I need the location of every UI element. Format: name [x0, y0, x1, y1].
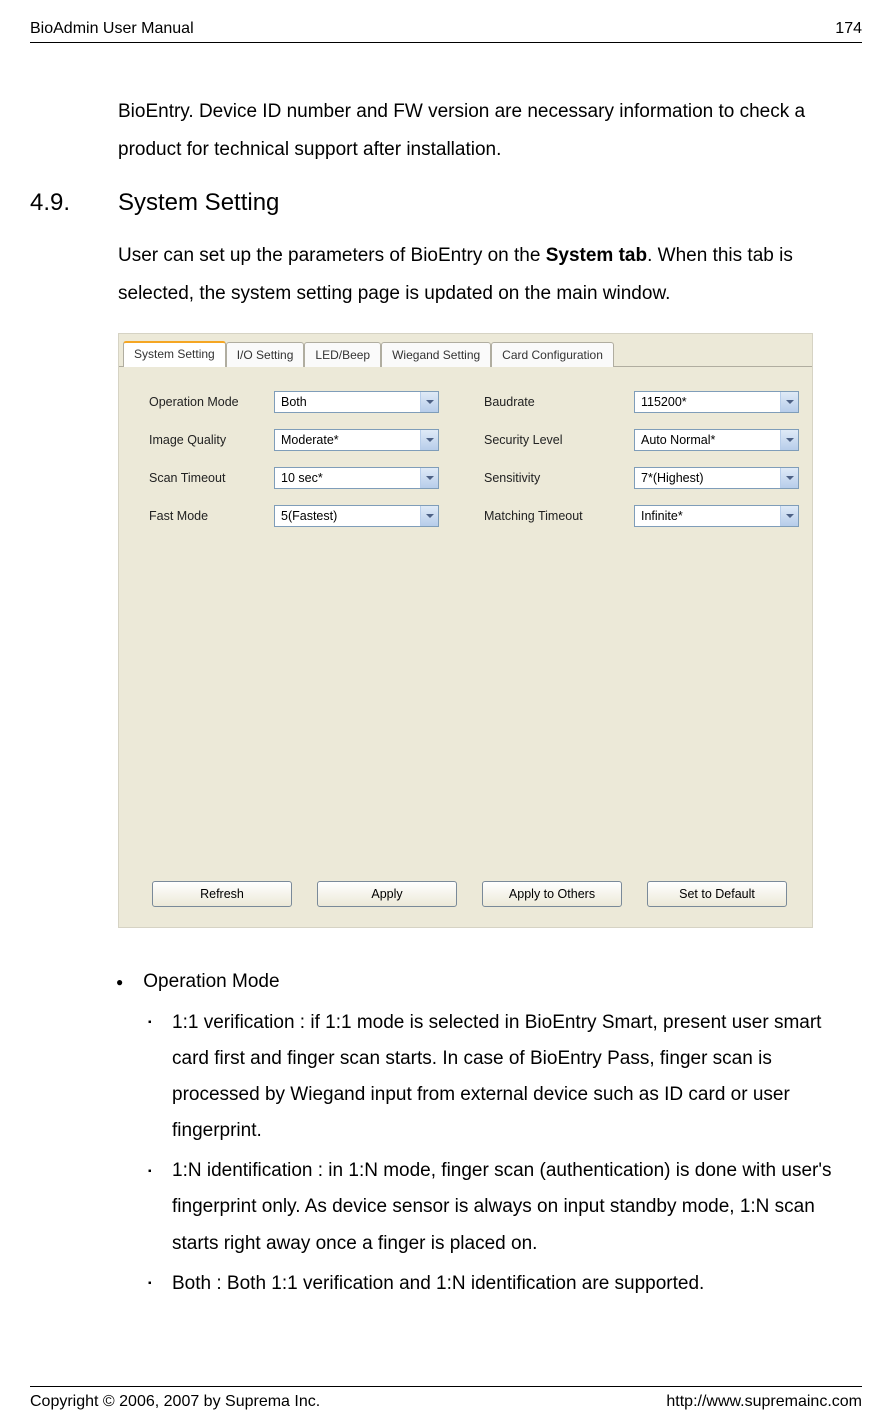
footer-url: http://www.supremainc.com [666, 1393, 862, 1411]
combo-sensitivity[interactable]: 7*(Highest) [634, 467, 799, 489]
label-image-quality: Image Quality [149, 433, 274, 447]
apply-to-others-button[interactable]: Apply to Others [482, 881, 622, 907]
label-fast-mode: Fast Mode [149, 509, 274, 523]
section-number: 4.9. [30, 189, 118, 217]
header-divider [30, 42, 862, 43]
combo-operation-mode[interactable]: Both [274, 391, 439, 413]
combo-fast-mode[interactable]: 5(Fastest) [274, 505, 439, 527]
footer-divider [30, 1386, 862, 1387]
chevron-down-icon [426, 514, 434, 518]
set-to-default-button[interactable]: Set to Default [647, 881, 787, 907]
section-paragraph: User can set up the parameters of BioEnt… [118, 237, 862, 313]
bullet-l1-text: Operation Mode [143, 971, 279, 992]
combo-baudrate[interactable]: 115200* [634, 391, 799, 413]
chevron-down-icon [786, 514, 794, 518]
combo-image-quality[interactable]: Moderate* [274, 429, 439, 451]
bullet-operation-mode: Operation Mode 1:1 verification : if 1:1… [138, 963, 862, 1302]
chevron-down-icon [426, 476, 434, 480]
dropdown-button[interactable] [420, 392, 438, 412]
combo-value: Both [281, 395, 307, 409]
chevron-down-icon [786, 438, 794, 442]
section-para-text: User can set up the parameters of BioEnt… [118, 245, 546, 266]
tab-system-setting[interactable]: System Setting [123, 341, 226, 367]
bullet-1to1: 1:1 verification : if 1:1 mode is select… [172, 1005, 862, 1149]
dropdown-button[interactable] [420, 506, 438, 526]
refresh-button[interactable]: Refresh [152, 881, 292, 907]
dropdown-button[interactable] [780, 506, 798, 526]
footer-copyright: Copyright © 2006, 2007 by Suprema Inc. [30, 1393, 320, 1411]
combo-value: 7*(Highest) [641, 471, 704, 485]
bullet-list-level1: Operation Mode 1:1 verification : if 1:1… [118, 963, 862, 1302]
tab-wiegand-setting[interactable]: Wiegand Setting [381, 342, 491, 367]
section-para-bold: System tab [546, 245, 647, 266]
dropdown-button[interactable] [780, 392, 798, 412]
dropdown-button[interactable] [420, 430, 438, 450]
label-security-level: Security Level [484, 433, 634, 447]
page-number: 174 [835, 20, 862, 38]
dropdown-button[interactable] [420, 468, 438, 488]
button-row: Refresh Apply Apply to Others Set to Def… [149, 881, 790, 907]
combo-value: Infinite* [641, 509, 683, 523]
section-title: System Setting [118, 189, 279, 217]
chevron-down-icon [786, 400, 794, 404]
label-matching-timeout: Matching Timeout [484, 509, 634, 523]
combo-value: 115200* [641, 395, 687, 409]
bullet-both: Both : Both 1:1 verification and 1:N ide… [172, 1266, 862, 1302]
tab-strip: System Setting I/O Setting LED/Beep Wieg… [119, 334, 812, 367]
tab-card-configuration[interactable]: Card Configuration [491, 342, 614, 367]
combo-matching-timeout[interactable]: Infinite* [634, 505, 799, 527]
combo-value: 5(Fastest) [281, 509, 337, 523]
combo-value: Auto Normal* [641, 433, 715, 447]
header-title: BioAdmin User Manual [30, 20, 194, 38]
form-grid: Operation Mode Both Baudrate 115200* Ima… [149, 391, 790, 527]
bullet-list-level2: 1:1 verification : if 1:1 mode is select… [138, 1005, 862, 1302]
intro-paragraph: BioEntry. Device ID number and FW versio… [118, 93, 862, 169]
combo-security-level[interactable]: Auto Normal* [634, 429, 799, 451]
apply-button[interactable]: Apply [317, 881, 457, 907]
combo-value: Moderate* [281, 433, 339, 447]
chevron-down-icon [426, 400, 434, 404]
label-scan-timeout: Scan Timeout [149, 471, 274, 485]
chevron-down-icon [786, 476, 794, 480]
label-baudrate: Baudrate [484, 395, 634, 409]
label-operation-mode: Operation Mode [149, 395, 274, 409]
dropdown-button[interactable] [780, 468, 798, 488]
tab-led-beep[interactable]: LED/Beep [304, 342, 381, 367]
system-setting-screenshot: System Setting I/O Setting LED/Beep Wieg… [118, 333, 813, 928]
bullet-1toN: 1:N identification : in 1:N mode, finger… [172, 1153, 862, 1261]
combo-scan-timeout[interactable]: 10 sec* [274, 467, 439, 489]
dropdown-button[interactable] [780, 430, 798, 450]
tab-io-setting[interactable]: I/O Setting [226, 342, 305, 367]
chevron-down-icon [426, 438, 434, 442]
tab-body: Operation Mode Both Baudrate 115200* Ima… [119, 367, 812, 927]
label-sensitivity: Sensitivity [484, 471, 634, 485]
combo-value: 10 sec* [281, 471, 323, 485]
